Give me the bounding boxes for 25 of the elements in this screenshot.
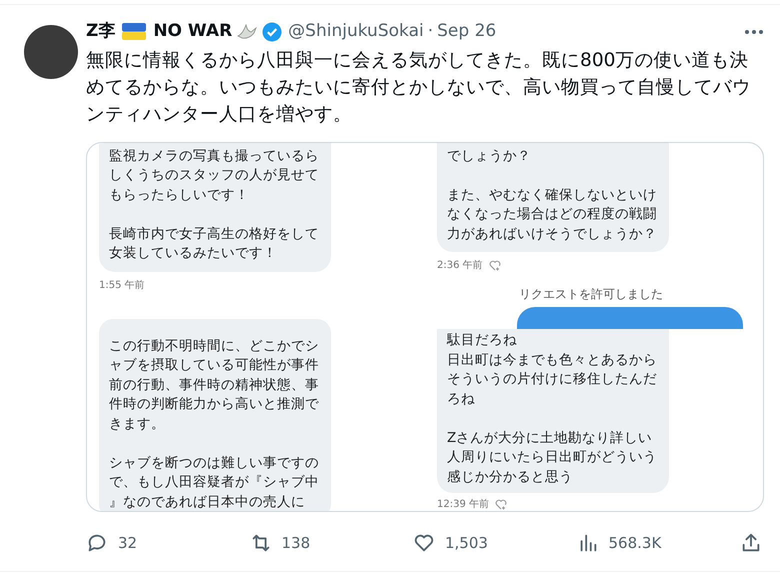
share-icon[interactable]	[740, 532, 762, 554]
heart-plus-icon[interactable]	[488, 260, 501, 271]
message-bubble: 監視カメラの写真も撮っているらしくうちのスタッフの人が見せてもらったらしいです！ 長崎市内で女子高生の格好をして女装しているみたいです！	[99, 142, 331, 272]
system-notice: リクエストを許可しました	[519, 286, 664, 303]
reply-count: 32	[118, 532, 138, 554]
views-count: 568.3K	[608, 532, 662, 554]
author-name[interactable]: Z李	[86, 19, 116, 44]
message-time: 2:36 午前	[437, 259, 483, 273]
post-date[interactable]: Sep 26	[437, 19, 496, 44]
heart-icon[interactable]	[413, 532, 435, 554]
post-text: 無限に情報くるから八田與一に会える気がしてきた。既に800万の使い道も決めてるからな。いつもみたいに寄付とかしないで、高い物買って自慢してバウンティハンター人口を増やす。	[86, 48, 752, 126]
author-label: NO WAR	[153, 20, 232, 43]
repost-icon[interactable]	[250, 532, 272, 554]
more-options-icon[interactable]	[744, 29, 764, 36]
message-time: 12:39 午前	[437, 498, 489, 510]
message-bubble: この行動不明時間に、どこかでシャブを摂取している可能性が事件前の行動、事件時の精神状態、事件時の判断能力から高いと推測できます。 シャブを断つのは難しい事ですので、もし八田容疑者が『シャブ中』なのであれば日本中の売人に	[99, 332, 331, 510]
separator: ·	[428, 20, 434, 43]
avatar	[24, 25, 78, 79]
heart-plus-icon[interactable]	[495, 499, 507, 510]
author-handle[interactable]: @ShinjukuSokai	[288, 19, 424, 44]
message-time: 1:55 午前	[99, 278, 145, 292]
repost-count: 138	[282, 532, 310, 554]
like-count: 1,503	[445, 532, 488, 554]
message-bubble: 駄目だろね 日出町は今までも色々とあるからそういうの片付けに移住したんだろね Zさんが大分に土地勘なり詳しい人周りにいたら日出町がどういう感じか分かると思う	[437, 329, 669, 493]
message-bubble: でしょうか？ また、やむなく確保しないといけなくなった場合はどの程度の戦闘力があればいけそうでしょうか？	[437, 142, 669, 252]
